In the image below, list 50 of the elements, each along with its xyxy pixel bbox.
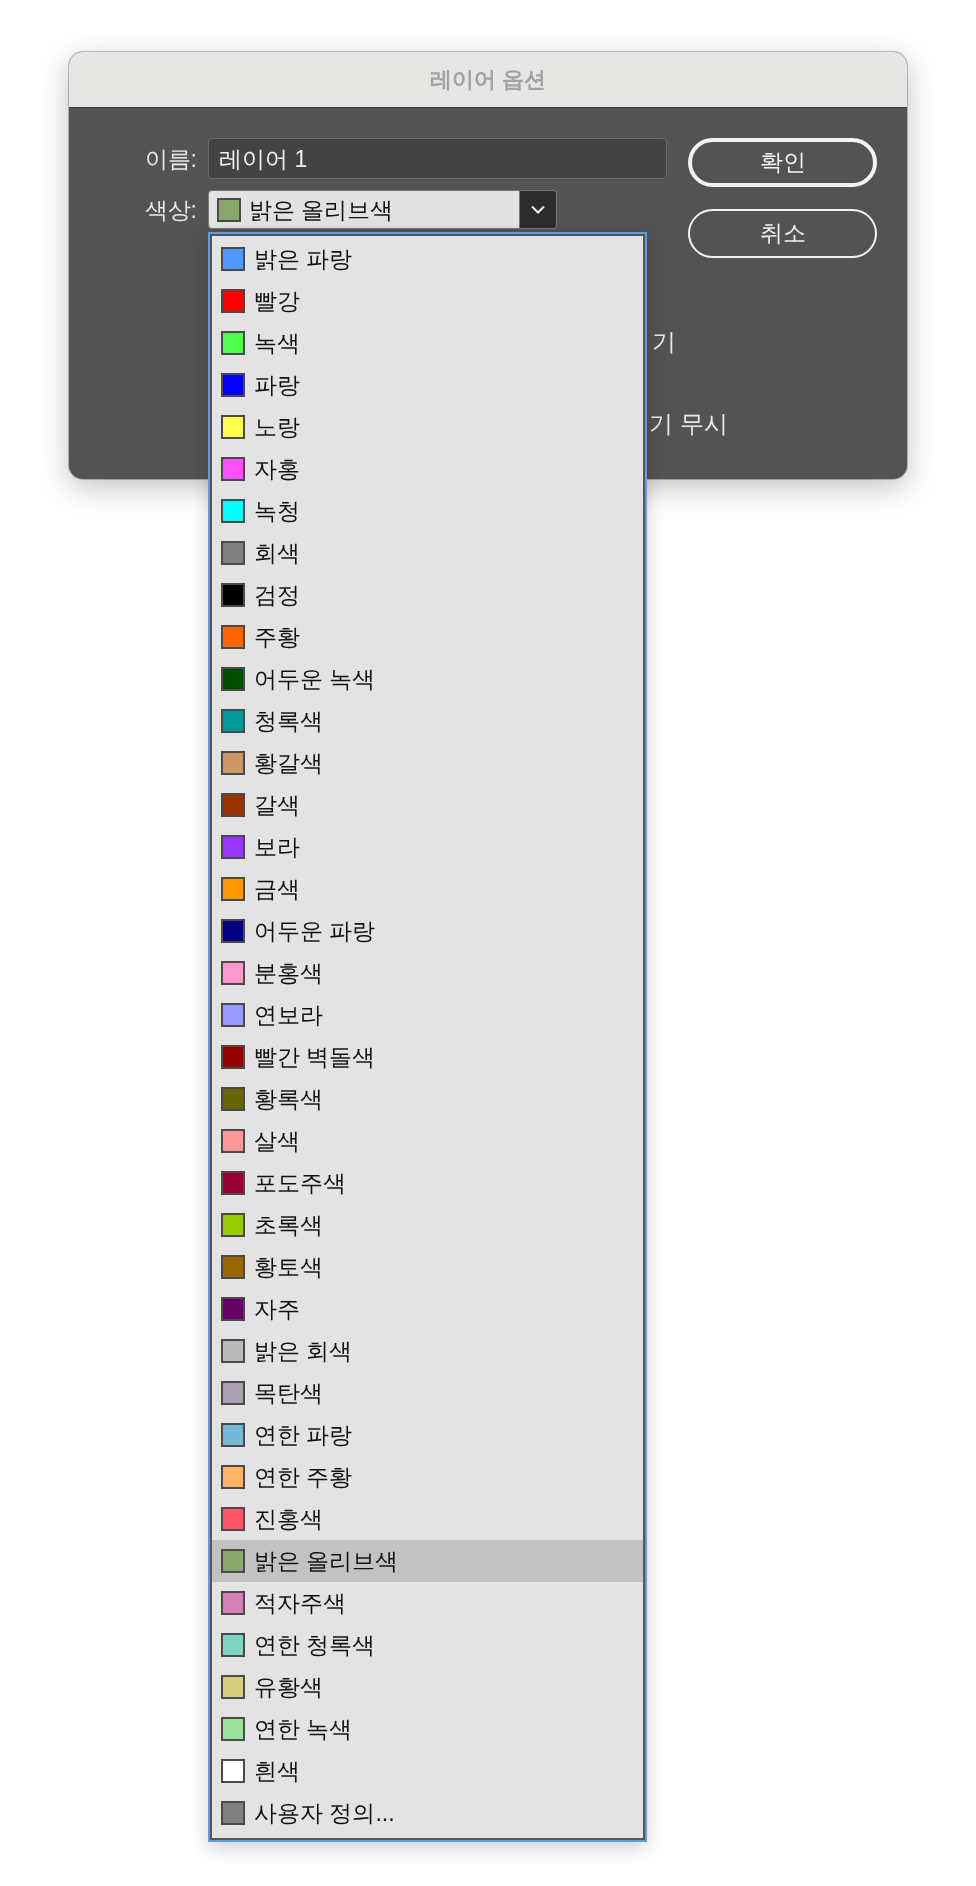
menu-item[interactable]: 노랑 <box>212 406 643 448</box>
menu-item[interactable]: 밝은 파랑 <box>212 238 643 280</box>
menu-item[interactable]: 밝은 올리브색 <box>212 1540 643 1582</box>
menu-item[interactable]: 분홍색 <box>212 952 643 994</box>
menu-item[interactable]: 녹색 <box>212 322 643 364</box>
menu-item[interactable]: 황록색 <box>212 1078 643 1120</box>
menu-item[interactable]: 청록색 <box>212 700 643 742</box>
menu-item[interactable]: 연한 주황 <box>212 1456 643 1498</box>
menu-item[interactable]: 살색 <box>212 1120 643 1162</box>
menu-item[interactable]: 연한 파랑 <box>212 1414 643 1456</box>
color-select[interactable]: 밝은 올리브색 <box>208 190 520 229</box>
menu-item[interactable]: 녹청 <box>212 490 643 532</box>
menu-item[interactable]: 자홍 <box>212 448 643 490</box>
menu-item[interactable]: 밝은 회색 <box>212 1330 643 1372</box>
name-label: 이름: <box>143 144 197 173</box>
color-value: 밝은 올리브색 <box>249 195 394 224</box>
menu-item[interactable]: 사용자 정의... <box>212 1792 643 1834</box>
option-label: 기 <box>652 327 676 357</box>
menu-item[interactable]: 자주 <box>212 1288 643 1330</box>
menu-item[interactable]: 빨간 벽돌색 <box>212 1036 643 1078</box>
menu-item[interactable]: 연한 녹색 <box>212 1708 643 1750</box>
option-label: 기 무시 <box>649 409 728 439</box>
menu-item[interactable]: 목탄색 <box>212 1372 643 1414</box>
menu-item[interactable]: 초록색 <box>212 1204 643 1246</box>
menu-item[interactable]: 연보라 <box>212 994 643 1036</box>
menu-item[interactable]: 금색 <box>212 868 643 910</box>
menu-item[interactable]: 포도주색 <box>212 1162 643 1204</box>
menu-item[interactable]: 보라 <box>212 826 643 868</box>
menu-item[interactable]: 파랑 <box>212 364 643 406</box>
dialog-title: 레이어 옵션 <box>429 65 547 94</box>
menu-item[interactable]: 흰색 <box>212 1750 643 1792</box>
menu-item[interactable]: 황갈색 <box>212 742 643 784</box>
menu-item[interactable]: 연한 청록색 <box>212 1624 643 1666</box>
menu-item[interactable]: 진홍색 <box>212 1498 643 1540</box>
menu-item[interactable]: 어두운 녹색 <box>212 658 643 700</box>
menu-item[interactable]: 주황 <box>212 616 643 658</box>
cancel-button[interactable]: 취소 <box>688 209 877 258</box>
menu-item[interactable]: 갈색 <box>212 784 643 826</box>
menu-item[interactable]: 검정 <box>212 574 643 616</box>
menu-item[interactable]: 빨강 <box>212 280 643 322</box>
menu-item[interactable]: 유황색 <box>212 1666 643 1708</box>
name-field[interactable]: 레이어 1 <box>208 138 667 179</box>
ok-button[interactable]: 확인 <box>688 138 877 187</box>
menu-item[interactable]: 적자주색 <box>212 1582 643 1624</box>
dropdown-button[interactable] <box>520 190 557 229</box>
menu-item[interactable]: 황토색 <box>212 1246 643 1288</box>
color-label: 색상: <box>143 195 197 224</box>
menu-item[interactable]: 어두운 파랑 <box>212 910 643 952</box>
menu-item[interactable]: 회색 <box>212 532 643 574</box>
chevron-icon <box>531 205 545 214</box>
